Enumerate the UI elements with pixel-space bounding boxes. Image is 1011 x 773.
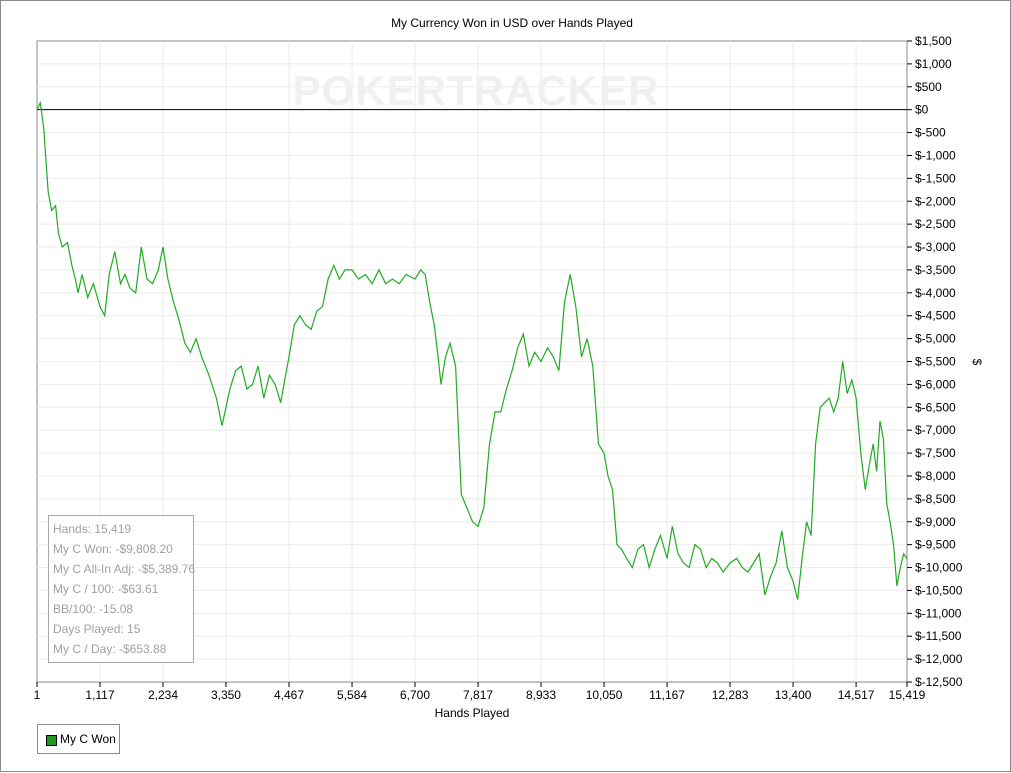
y-tick-label: $-8,000 [915, 469, 956, 483]
y-tick-label: $-4,000 [915, 286, 956, 300]
stat-bb-100: BB/100: -15.08 [53, 602, 134, 616]
x-tick-label: 15,419 [889, 688, 926, 702]
y-tick-label: $-7,500 [915, 446, 956, 460]
y-tick-label: $-500 [915, 126, 946, 140]
x-tick-label: 10,050 [586, 688, 623, 702]
y-tick-label: $-2,500 [915, 217, 956, 231]
chart-frame: POKERTRACKER $1,500 $1,000 $500 $0 $-500 $-1,… [0, 0, 1011, 772]
x-axis: 1 1,117 2,234 3,350 4,467 5,584 6,700 7,817 8,93… [34, 682, 926, 702]
y-tick-label: $0 [915, 103, 929, 117]
y-tick-label: $-10,500 [915, 583, 963, 597]
y-tick-label: $-9,000 [915, 515, 956, 529]
x-tick-label: 1,117 [85, 688, 114, 702]
x-tick-label: 11,167 [649, 688, 685, 702]
y-tick-label: $-1,000 [915, 148, 956, 162]
y-tick-label: $-2,000 [915, 194, 956, 208]
legend-swatch [46, 735, 57, 746]
chart-title: My Currency Won in USD over Hands Played [391, 16, 633, 30]
y-axis: $1,500 $1,000 $500 $0 $-500 $-1,000 $-1,500 $-2… [907, 34, 963, 689]
y-tick-label: $-9,500 [915, 538, 956, 552]
y-tick-label: $-3,500 [915, 263, 956, 277]
legend: My C Won [37, 724, 120, 754]
y-tick-label: $-12,500 [915, 675, 963, 689]
x-tick-label: 14,517 [838, 688, 875, 702]
y-tick-label: $1,000 [915, 57, 952, 71]
x-tick-label: 12,283 [712, 688, 749, 702]
y-axis-label: $ [970, 359, 984, 366]
y-tick-label: $-8,500 [915, 492, 956, 506]
stat-per-100: My C / 100: -$63.61 [53, 582, 159, 596]
y-tick-label: $-5,500 [915, 355, 956, 369]
x-tick-label: 2,234 [148, 688, 178, 702]
x-tick-label: 13,400 [775, 688, 812, 702]
y-tick-label: $-5,000 [915, 332, 956, 346]
x-axis-label: Hands Played [435, 706, 510, 720]
y-tick-label: $-11,000 [915, 606, 962, 620]
x-tick-label: 4,467 [274, 688, 304, 702]
x-tick-label: 3,350 [211, 688, 241, 702]
y-tick-label: $-6,000 [915, 377, 956, 391]
y-tick-label: $-10,000 [915, 561, 963, 575]
y-tick-label: $500 [915, 80, 942, 94]
stat-allin-adj: My C All-In Adj: -$5,389.76 [53, 562, 196, 576]
x-tick-label: 6,700 [400, 688, 430, 702]
watermark-logo: POKERTRACKER [293, 67, 660, 114]
y-tick-label: $-11,500 [915, 629, 962, 643]
y-tick-label: $-3,000 [915, 240, 956, 254]
y-tick-label: $-12,000 [915, 652, 963, 666]
y-tick-label: $-1,500 [915, 171, 956, 185]
x-tick-label: 5,584 [337, 688, 367, 702]
stat-days: Days Played: 15 [53, 622, 141, 636]
x-tick-label: 1 [34, 688, 41, 702]
legend-label: My C Won [60, 732, 116, 746]
y-tick-label: $-4,500 [915, 309, 956, 323]
stat-per-day: My C / Day: -$653.88 [53, 642, 167, 656]
x-tick-label: 8,933 [526, 688, 556, 702]
stat-won: My C Won: -$9,808.20 [53, 542, 173, 556]
y-tick-label: $-7,000 [915, 423, 956, 437]
x-tick-label: 7,817 [463, 688, 493, 702]
stats-panel: Hands: 15,419 My C Won: -$9,808.20 My C … [48, 515, 196, 663]
stat-hands: Hands: 15,419 [53, 522, 132, 536]
y-tick-label: $1,500 [915, 34, 952, 48]
y-tick-label: $-6,500 [915, 400, 956, 414]
